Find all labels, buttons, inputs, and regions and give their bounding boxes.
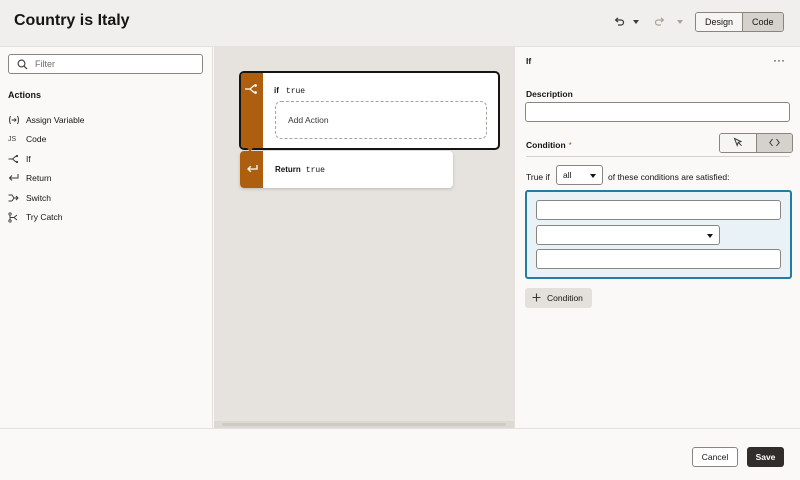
canvas-horizontal-scrollbar[interactable] bbox=[214, 421, 514, 428]
undo-icon[interactable] bbox=[610, 13, 628, 31]
conditions-suffix-text: of these conditions are satisfied: bbox=[608, 172, 730, 182]
code-view-button[interactable]: Code bbox=[742, 13, 783, 31]
action-item-switch[interactable]: Switch bbox=[8, 188, 208, 208]
save-button[interactable]: Save bbox=[747, 447, 784, 467]
action-item-if[interactable]: If bbox=[8, 149, 208, 169]
left-operand-input[interactable] bbox=[536, 200, 781, 220]
return-block-label: Return true bbox=[275, 165, 325, 175]
return-icon bbox=[8, 173, 26, 183]
description-label: Description bbox=[526, 89, 573, 99]
properties-panel: If ··· Description Condition * True if al… bbox=[514, 47, 800, 428]
visual-builder-button[interactable] bbox=[720, 134, 756, 152]
return-icon bbox=[246, 164, 258, 176]
action-item-code[interactable]: JS Code bbox=[8, 130, 208, 150]
return-block-strip bbox=[240, 151, 263, 188]
action-item-try-catch[interactable]: Try Catch bbox=[8, 208, 208, 228]
if-expression: true bbox=[285, 87, 306, 96]
action-label: Return bbox=[26, 173, 52, 184]
design-view-button[interactable]: Design bbox=[696, 13, 743, 31]
action-label: Assign Variable bbox=[26, 114, 85, 125]
action-label: If bbox=[26, 153, 31, 164]
return-keyword: Return bbox=[275, 165, 301, 174]
action-label: Code bbox=[26, 134, 47, 145]
code-js-icon: JS bbox=[8, 135, 17, 143]
view-toggle: Design Code bbox=[695, 12, 784, 32]
plus-icon bbox=[532, 293, 541, 304]
filter-field[interactable] bbox=[8, 54, 203, 74]
chevron-down-icon bbox=[590, 170, 596, 180]
try-catch-icon bbox=[8, 212, 26, 223]
switch-icon bbox=[8, 193, 26, 203]
if-branch-icon bbox=[244, 83, 258, 97]
add-condition-label: Condition bbox=[547, 293, 583, 303]
description-input[interactable] bbox=[525, 102, 790, 122]
search-icon bbox=[9, 59, 35, 70]
assign-variable-icon bbox=[8, 115, 26, 125]
true-if-label: True if bbox=[526, 172, 550, 182]
return-block[interactable]: Return true bbox=[240, 151, 453, 188]
actions-palette: Actions Assign Variable JS Code If Retur… bbox=[0, 47, 213, 428]
action-item-assign-variable[interactable]: Assign Variable bbox=[8, 110, 208, 130]
condition-label: Condition * bbox=[526, 140, 572, 150]
match-mode-select[interactable]: all bbox=[556, 165, 603, 185]
redo-menu-chevron-icon[interactable] bbox=[674, 13, 686, 31]
if-block[interactable]: if true Add Action bbox=[239, 71, 500, 150]
redo-icon[interactable] bbox=[651, 13, 669, 31]
undo-menu-chevron-icon[interactable] bbox=[630, 13, 642, 31]
if-block-label: if true bbox=[274, 86, 305, 96]
cursor-pointer-icon bbox=[733, 137, 743, 149]
page-header: Country is Italy Design Code bbox=[0, 0, 800, 47]
properties-title: If bbox=[526, 56, 532, 66]
right-operand-input[interactable] bbox=[536, 249, 781, 269]
filter-input[interactable] bbox=[35, 59, 185, 69]
more-options-icon[interactable]: ··· bbox=[773, 53, 785, 67]
page-title: Country is Italy bbox=[14, 12, 130, 29]
flow-canvas[interactable]: if true Add Action Return true bbox=[214, 47, 514, 428]
action-label: Switch bbox=[26, 192, 52, 203]
return-expression: true bbox=[305, 166, 325, 175]
condition-group bbox=[525, 190, 792, 279]
if-block-strip bbox=[241, 73, 263, 148]
add-action-dropzone[interactable]: Add Action bbox=[275, 101, 487, 139]
add-condition-button[interactable]: Condition bbox=[525, 288, 592, 308]
chevron-down-icon bbox=[707, 230, 713, 240]
operator-select[interactable] bbox=[536, 225, 720, 245]
code-brackets-icon bbox=[769, 138, 780, 149]
dialog-footer: Cancel Save bbox=[0, 428, 800, 480]
cancel-button[interactable]: Cancel bbox=[692, 447, 738, 467]
action-list: Assign Variable JS Code If Return Switch bbox=[8, 110, 208, 227]
action-item-return[interactable]: Return bbox=[8, 169, 208, 189]
required-marker: * bbox=[568, 141, 572, 150]
code-editor-button[interactable] bbox=[756, 134, 792, 152]
actions-heading: Actions bbox=[8, 90, 42, 100]
scrollbar-thumb[interactable] bbox=[222, 423, 506, 426]
condition-mode-toggle bbox=[719, 133, 793, 153]
match-mode-value: all bbox=[563, 170, 572, 180]
if-branch-icon bbox=[8, 154, 26, 164]
divider bbox=[526, 156, 790, 157]
action-label: Try Catch bbox=[26, 212, 63, 223]
if-keyword: if bbox=[274, 86, 279, 95]
condition-label-text: Condition bbox=[526, 140, 566, 150]
